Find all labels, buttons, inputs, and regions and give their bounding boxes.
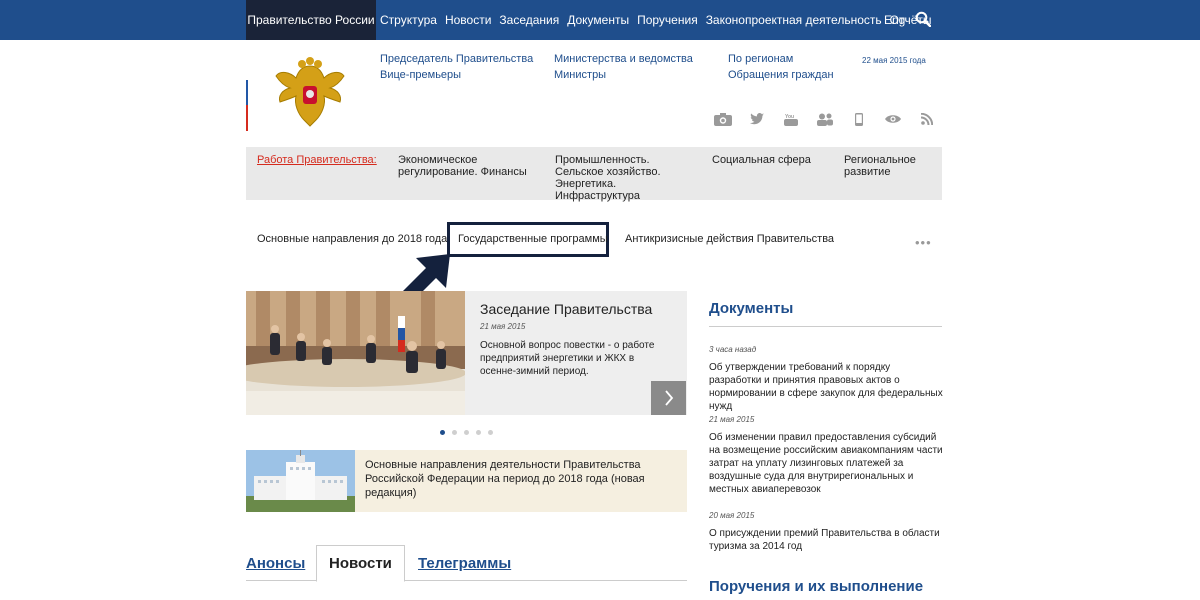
search-icon[interactable] [915,11,931,27]
slide-image[interactable] [246,291,465,415]
nav-item-news[interactable]: Новости [445,13,491,27]
link-chairman[interactable]: Председатель Правительства [380,53,533,65]
language-switch[interactable]: Eng [884,0,905,40]
doc-link[interactable]: Об утверждении требований к порядку разр… [709,361,944,413]
slider-next-button[interactable] [651,381,686,415]
slider-dot[interactable] [452,430,457,435]
tab-telegrams[interactable]: Телеграммы [418,555,511,572]
top-nav: Структура Новости Заседания Документы По… [380,0,940,40]
link-appeals[interactable]: Обращения граждан [728,69,834,81]
slider-dot[interactable] [488,430,493,435]
more-icon[interactable]: ••• [915,235,932,250]
people-icon[interactable] [814,112,836,126]
white-house-image [246,450,355,512]
nav-item-meetings[interactable]: Заседания [499,13,559,27]
work-item-social[interactable]: Социальная сфера [712,154,832,166]
slide-date: 21 мая 2015 [480,322,526,331]
banner-text[interactable]: Основные направления деятельности Правит… [365,458,675,500]
slider-dot[interactable] [476,430,481,435]
nav-item-structure[interactable]: Структура [380,13,437,27]
camera-icon[interactable] [712,112,734,126]
work-item-regional[interactable]: Региональное развитие [844,154,929,178]
doc-date: 20 мая 2015 [709,511,755,520]
nav-item-documents[interactable]: Документы [567,13,629,27]
doc-link[interactable]: О присуждении премий Правительства в обл… [709,527,944,553]
slide-title[interactable]: Заседание Правительства [480,301,652,317]
top-navbar: Правительство России Структура Новости З… [0,0,1200,40]
rss-icon[interactable] [916,112,938,126]
tab-news[interactable]: Новости [316,545,405,582]
chevron-right-icon [664,390,673,406]
eye-icon[interactable] [882,112,904,126]
doc-date: 3 часа назад [709,345,757,354]
slider-dot[interactable] [464,430,469,435]
current-date: 22 мая 2015 года [862,56,926,65]
documents-heading[interactable]: Документы [709,300,793,317]
tab-announcements[interactable]: Анонсы [246,555,305,572]
doc-date: 21 мая 2015 [709,415,755,424]
twitter-icon[interactable] [746,112,768,126]
tab-anticrisis[interactable]: Антикризисные действия Правительства [625,233,834,245]
work-item-industry[interactable]: Промышленность. Сельское хозяйство. Энер… [555,154,700,202]
work-label[interactable]: Работа Правительства: [257,154,377,166]
doc-link[interactable]: Об изменении правил предоставления субси… [709,431,944,496]
orders-heading[interactable]: Поручения и их выполнение [709,578,923,595]
slider-dot[interactable] [440,430,445,435]
tab-main-directions[interactable]: Основные направления до 2018 года [257,233,447,245]
mobile-icon[interactable] [848,112,870,126]
link-vice-premiers[interactable]: Вице-премьеры [380,69,461,81]
youtube-icon[interactable]: You [780,112,802,126]
divider [709,326,942,327]
link-regions[interactable]: По регионам [728,53,793,65]
work-item-economy[interactable]: Экономическое регулирование. Финансы [398,154,538,178]
slider-dots [440,430,500,435]
brand-link[interactable]: Правительство России [246,0,376,40]
flag-stripe [246,55,248,131]
news-tabs: Анонсы Новости Телеграммы [246,545,687,582]
nav-item-legislation[interactable]: Законопроектная деятельность [706,13,882,27]
slide-description: Основной вопрос повестки - о работе пред… [480,340,655,377]
nav-item-orders[interactable]: Поручения [637,13,698,27]
government-work-bar: Работа Правительства: Экономическое регу… [246,147,942,202]
coat-of-arms-emblem[interactable] [272,56,348,132]
program-banner[interactable]: Основные направления деятельности Правит… [246,450,687,512]
link-ministers[interactable]: Министры [554,69,606,81]
social-icons: You [712,112,950,126]
tab-state-programs[interactable]: Государственные программы [458,233,608,245]
link-ministries[interactable]: Министерства и ведомства [554,53,693,65]
